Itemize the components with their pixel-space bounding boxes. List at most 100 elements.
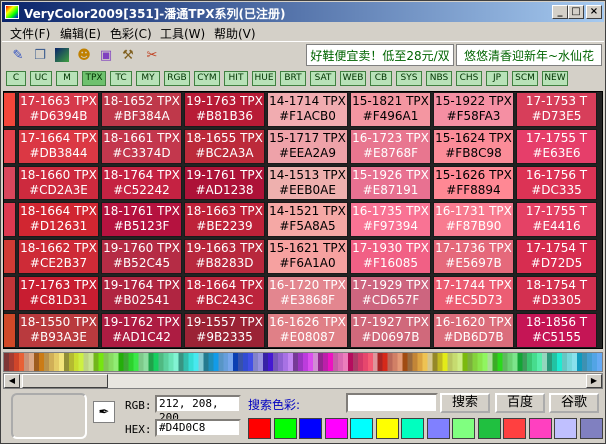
horizontal-scrollbar[interactable]: ◀ ▶ <box>3 373 603 389</box>
tab-hit[interactable]: HIT <box>224 71 248 86</box>
color-cell[interactable]: 17-1736 TPX #E5697B <box>433 239 514 274</box>
color-cell[interactable]: 18-1764 TPX #C52242 <box>101 165 182 201</box>
color-cell[interactable]: 18-1662 TPX #CE2B37 <box>18 239 99 274</box>
baidu-button[interactable]: 百度 <box>495 393 545 413</box>
title-bar[interactable]: VeryColor2009[351]-潘通TPX系列(已注册) _ □ × <box>2 2 604 22</box>
tab-chs[interactable]: CHS <box>456 71 482 86</box>
color-cell[interactable]: 18-1660 TPX #CD2A3E <box>18 165 99 201</box>
tab-tpx[interactable]: TPX <box>82 71 106 86</box>
tab-hue[interactable]: HUE <box>252 71 276 86</box>
search-input[interactable] <box>346 393 438 413</box>
color-cell[interactable]: 14-1521 TPX #F5A8A5 <box>267 202 348 238</box>
scroll-right-button[interactable]: ▶ <box>586 374 602 388</box>
tab-web[interactable]: WEB <box>340 71 366 86</box>
color-cell[interactable]: 17-1754 T #D72D5 <box>516 239 597 274</box>
quick-swatch[interactable] <box>299 418 322 439</box>
menu-edit[interactable]: 编辑(E) <box>60 25 101 42</box>
eyedropper-icon[interactable]: ✒ <box>93 401 115 423</box>
quick-swatch[interactable] <box>248 418 271 439</box>
color-cell[interactable]: 17-1755 T #E4416 <box>516 202 597 238</box>
scroll-left-button[interactable]: ◀ <box>4 374 20 388</box>
color-cell[interactable]: ?-? TPX?928 <box>4 312 16 348</box>
gradient-icon[interactable] <box>52 45 72 65</box>
quick-swatch[interactable] <box>477 418 501 439</box>
color-cell[interactable]: ?-? TPX?B35 <box>4 239 16 274</box>
promo-link-flower[interactable]: 悠悠清香迎新年~水仙花 <box>456 44 602 66</box>
color-cell[interactable]: 19-1760 TPX #B52C45 <box>101 239 182 274</box>
color-cell[interactable]: 15-1821 TPX #F496A1 <box>350 92 431 127</box>
color-cell[interactable]: 19-1762 TPX #AD1C42 <box>101 312 182 348</box>
color-cell[interactable]: 18-1550 TPX #B93A3E <box>18 312 99 348</box>
color-cell[interactable]: 14-1513 TPX #EEB0AE <box>267 165 348 201</box>
color-cell[interactable]: 15-1624 TPX #FB8C98 <box>433 128 514 164</box>
color-cell[interactable]: 18-1856 T #C5155 <box>516 312 597 348</box>
palette-icon[interactable]: ☻ <box>74 45 94 65</box>
tab-rgb[interactable]: RGB <box>164 71 190 86</box>
color-cell[interactable]: 16-1723 TPX #E8768F <box>350 128 431 164</box>
color-cell[interactable]: 18-1663 TPX #BE2239 <box>184 202 265 238</box>
pin-icon[interactable]: ✎ <box>8 45 28 65</box>
color-cell[interactable]: 19-1763 TPX #B81B36 <box>184 92 265 127</box>
tab-tc[interactable]: TC <box>110 71 132 86</box>
quick-swatch[interactable] <box>528 418 552 439</box>
tab-c[interactable]: C <box>6 71 26 86</box>
color-cell[interactable]: 16-1756 T #DC335 <box>516 165 597 201</box>
color-cell[interactable]: ?-? TPX?463 <box>4 92 16 127</box>
tools-icon[interactable]: ⚒ <box>118 45 138 65</box>
color-cell[interactable]: 16-1720 TPX #E3868F <box>267 276 348 311</box>
color-cell[interactable]: 17-1763 TPX #C81D31 <box>18 276 99 311</box>
quick-swatch[interactable] <box>375 418 399 439</box>
color-cell[interactable]: 17-1664 TPX #DB3844 <box>18 128 99 164</box>
color-cell[interactable]: 18-1661 TPX #C3374D <box>101 128 182 164</box>
color-cell[interactable]: 18-1664 TPX #BC243C <box>184 276 265 311</box>
color-cell[interactable]: 18-1754 T #D3305 <box>516 276 597 311</box>
color-cell[interactable]: 17-1927 TPX #D0697B <box>350 312 431 348</box>
maximize-button[interactable]: □ <box>568 5 584 19</box>
color-cell[interactable]: 17-1929 TPX #CD657F <box>350 276 431 311</box>
hex-field[interactable]: #D4D0C8 <box>155 419 241 437</box>
scroll-thumb[interactable] <box>22 374 108 388</box>
color-cell[interactable]: ?-? TPX?24C <box>4 128 16 164</box>
quick-swatch[interactable] <box>503 418 526 439</box>
tab-sat[interactable]: SAT <box>310 71 336 86</box>
color-cell[interactable]: 15-1922 TPX #F58FA3 <box>433 92 514 127</box>
color-cell[interactable]: 18-1761 TPX #B5123F <box>101 202 182 238</box>
color-cell[interactable]: 18-1655 TPX #BC2A3A <box>184 128 265 164</box>
color-cell[interactable]: 19-1761 TPX #AD1238 <box>184 165 265 201</box>
tab-sys[interactable]: SYS <box>396 71 422 86</box>
color-cell[interactable]: 15-1626 TPX #FF8894 <box>433 165 514 201</box>
tab-my[interactable]: MY <box>136 71 160 86</box>
color-cell[interactable]: 17-1744 TPX #EC5D73 <box>433 276 514 311</box>
tab-m[interactable]: M <box>56 71 78 86</box>
color-cell[interactable]: 15-1926 TPX #E87191 <box>350 165 431 201</box>
tab-jp[interactable]: JP <box>486 71 508 86</box>
quick-swatch[interactable] <box>579 418 603 439</box>
color-cell[interactable]: 17-1753 T #D73E5 <box>516 92 597 127</box>
color-cell[interactable]: 18-1652 TPX #BF384A <box>101 92 182 127</box>
copy-icon[interactable]: ❐ <box>30 45 50 65</box>
color-cell[interactable]: 16-1620 TPX #DB6D7B <box>433 312 514 348</box>
color-cell[interactable]: 19-1557 TPX #9B2335 <box>184 312 265 348</box>
tab-cym[interactable]: CYM <box>194 71 220 86</box>
quick-swatch[interactable] <box>350 418 373 439</box>
tab-uc[interactable]: UC <box>30 71 52 86</box>
color-cell[interactable]: 15-1717 TPX #EEA2A9 <box>267 128 348 164</box>
menu-color[interactable]: 色彩(C) <box>110 25 152 42</box>
color-cell[interactable]: 17-1930 TPX #F16085 <box>350 239 431 274</box>
tab-new[interactable]: NEW <box>542 71 568 86</box>
quick-swatch[interactable] <box>426 418 450 439</box>
book-icon[interactable]: ▣ <box>96 45 116 65</box>
quick-swatch[interactable] <box>452 418 475 439</box>
search-button[interactable]: 搜索 <box>440 393 490 413</box>
quick-swatch[interactable] <box>401 418 424 439</box>
color-cell[interactable]: 16-1735 TPX #F97394 <box>350 202 431 238</box>
tab-scm[interactable]: SCM <box>512 71 538 86</box>
quick-swatch[interactable] <box>554 418 577 439</box>
color-cell[interactable]: 16-1626 TPX #E08087 <box>267 312 348 348</box>
menu-file[interactable]: 文件(F) <box>10 25 50 42</box>
menu-help[interactable]: 帮助(V) <box>214 25 256 42</box>
color-cell[interactable]: 18-1664 TPX #D12631 <box>18 202 99 238</box>
menu-tools[interactable]: 工具(W) <box>160 25 205 42</box>
spectrum-strip[interactable] <box>3 352 603 372</box>
tab-nbs[interactable]: NBS <box>426 71 452 86</box>
